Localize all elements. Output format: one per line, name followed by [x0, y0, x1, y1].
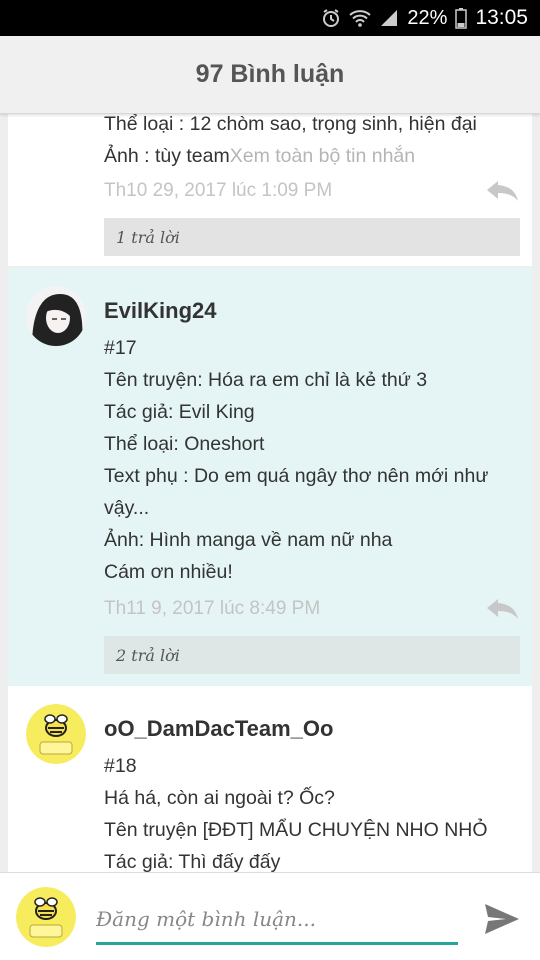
comment-card: oO_DamDacTeam_Oo #18 Há há, còn ai ngoài…	[8, 686, 532, 872]
comment-number: #17	[104, 337, 137, 359]
comment-line: Tên truyện [ĐĐT] MẨU CHUYỆN NHO NHỎ	[104, 819, 488, 841]
comment-line: Há há, còn ai ngoài t? Ốc?	[104, 787, 335, 809]
my-avatar	[16, 887, 76, 947]
alarm-icon	[321, 8, 341, 28]
comment-line: Thể loại : 12 chòm sao, trọng sinh, hiện…	[104, 114, 477, 135]
reply-icon[interactable]	[484, 178, 520, 202]
comment-input[interactable]	[96, 895, 458, 945]
comment-line-text: Ảnh : tùy team	[104, 145, 230, 167]
reply-icon[interactable]	[484, 596, 520, 620]
comment-feed[interactable]: Thể loại : 12 chòm sao, trọng sinh, hiện…	[0, 114, 540, 872]
signal-icon	[379, 8, 399, 28]
bee-logo-avatar	[26, 704, 86, 764]
comment-line: Thể loại: Oneshort	[104, 433, 265, 455]
comment-line: Tên truyện: Hóa ra em chỉ là kẻ thứ 3	[104, 369, 428, 391]
username[interactable]: oO_DamDacTeam_Oo	[104, 714, 520, 744]
anime-girl-avatar	[26, 286, 86, 346]
comment-meta: Th10 29, 2017 lúc 1:09 PM	[104, 174, 520, 208]
comment-line: Ảnh: Hình manga về nam nữ nha	[104, 529, 393, 551]
app-bar: 97 Bình luận	[0, 36, 540, 114]
comment-line: Tác giả: Thì đấy đấy	[104, 851, 281, 872]
send-icon	[485, 904, 519, 934]
wifi-icon	[349, 8, 372, 28]
clock: 13:05	[475, 6, 528, 29]
replies-button[interactable]: 1 trả lời	[104, 218, 520, 256]
replies-button[interactable]: 2 trả lời	[104, 636, 520, 674]
comment-card: Thể loại : 12 chòm sao, trọng sinh, hiện…	[8, 114, 532, 266]
status-bar: 22% 13:05	[0, 0, 540, 36]
battery-percent: 22%	[407, 6, 448, 29]
user-avatar[interactable]	[26, 704, 86, 764]
send-button[interactable]	[480, 897, 524, 941]
comment-number: #18	[104, 755, 137, 777]
timestamp: Th11 9, 2017 lúc 8:49 PM	[104, 598, 321, 619]
comment-line: Tác giả: Evil King	[104, 401, 255, 423]
battery-icon	[455, 7, 468, 29]
comment-composer	[0, 872, 540, 960]
comment-meta: Th11 9, 2017 lúc 8:49 PM	[104, 592, 520, 626]
bee-logo-avatar	[16, 887, 76, 947]
user-avatar[interactable]	[26, 286, 86, 346]
comment-line: Cám ơn nhiều!	[104, 561, 233, 583]
comment-line: Ảnh : tùy teamXem toàn bộ tin nhắn	[104, 140, 520, 172]
timestamp: Th10 29, 2017 lúc 1:09 PM	[104, 180, 333, 201]
username[interactable]: EvilKing24	[104, 296, 520, 326]
comment-line: Text phụ : Do em quá ngây thơ nên mới nh…	[104, 465, 489, 519]
page-title: 97 Bình luận	[195, 60, 345, 88]
see-more-link[interactable]: Xem toàn bộ tin nhắn	[230, 145, 415, 167]
comment-card: EvilKing24 #17 Tên truyện: Hóa ra em chỉ…	[8, 268, 532, 686]
